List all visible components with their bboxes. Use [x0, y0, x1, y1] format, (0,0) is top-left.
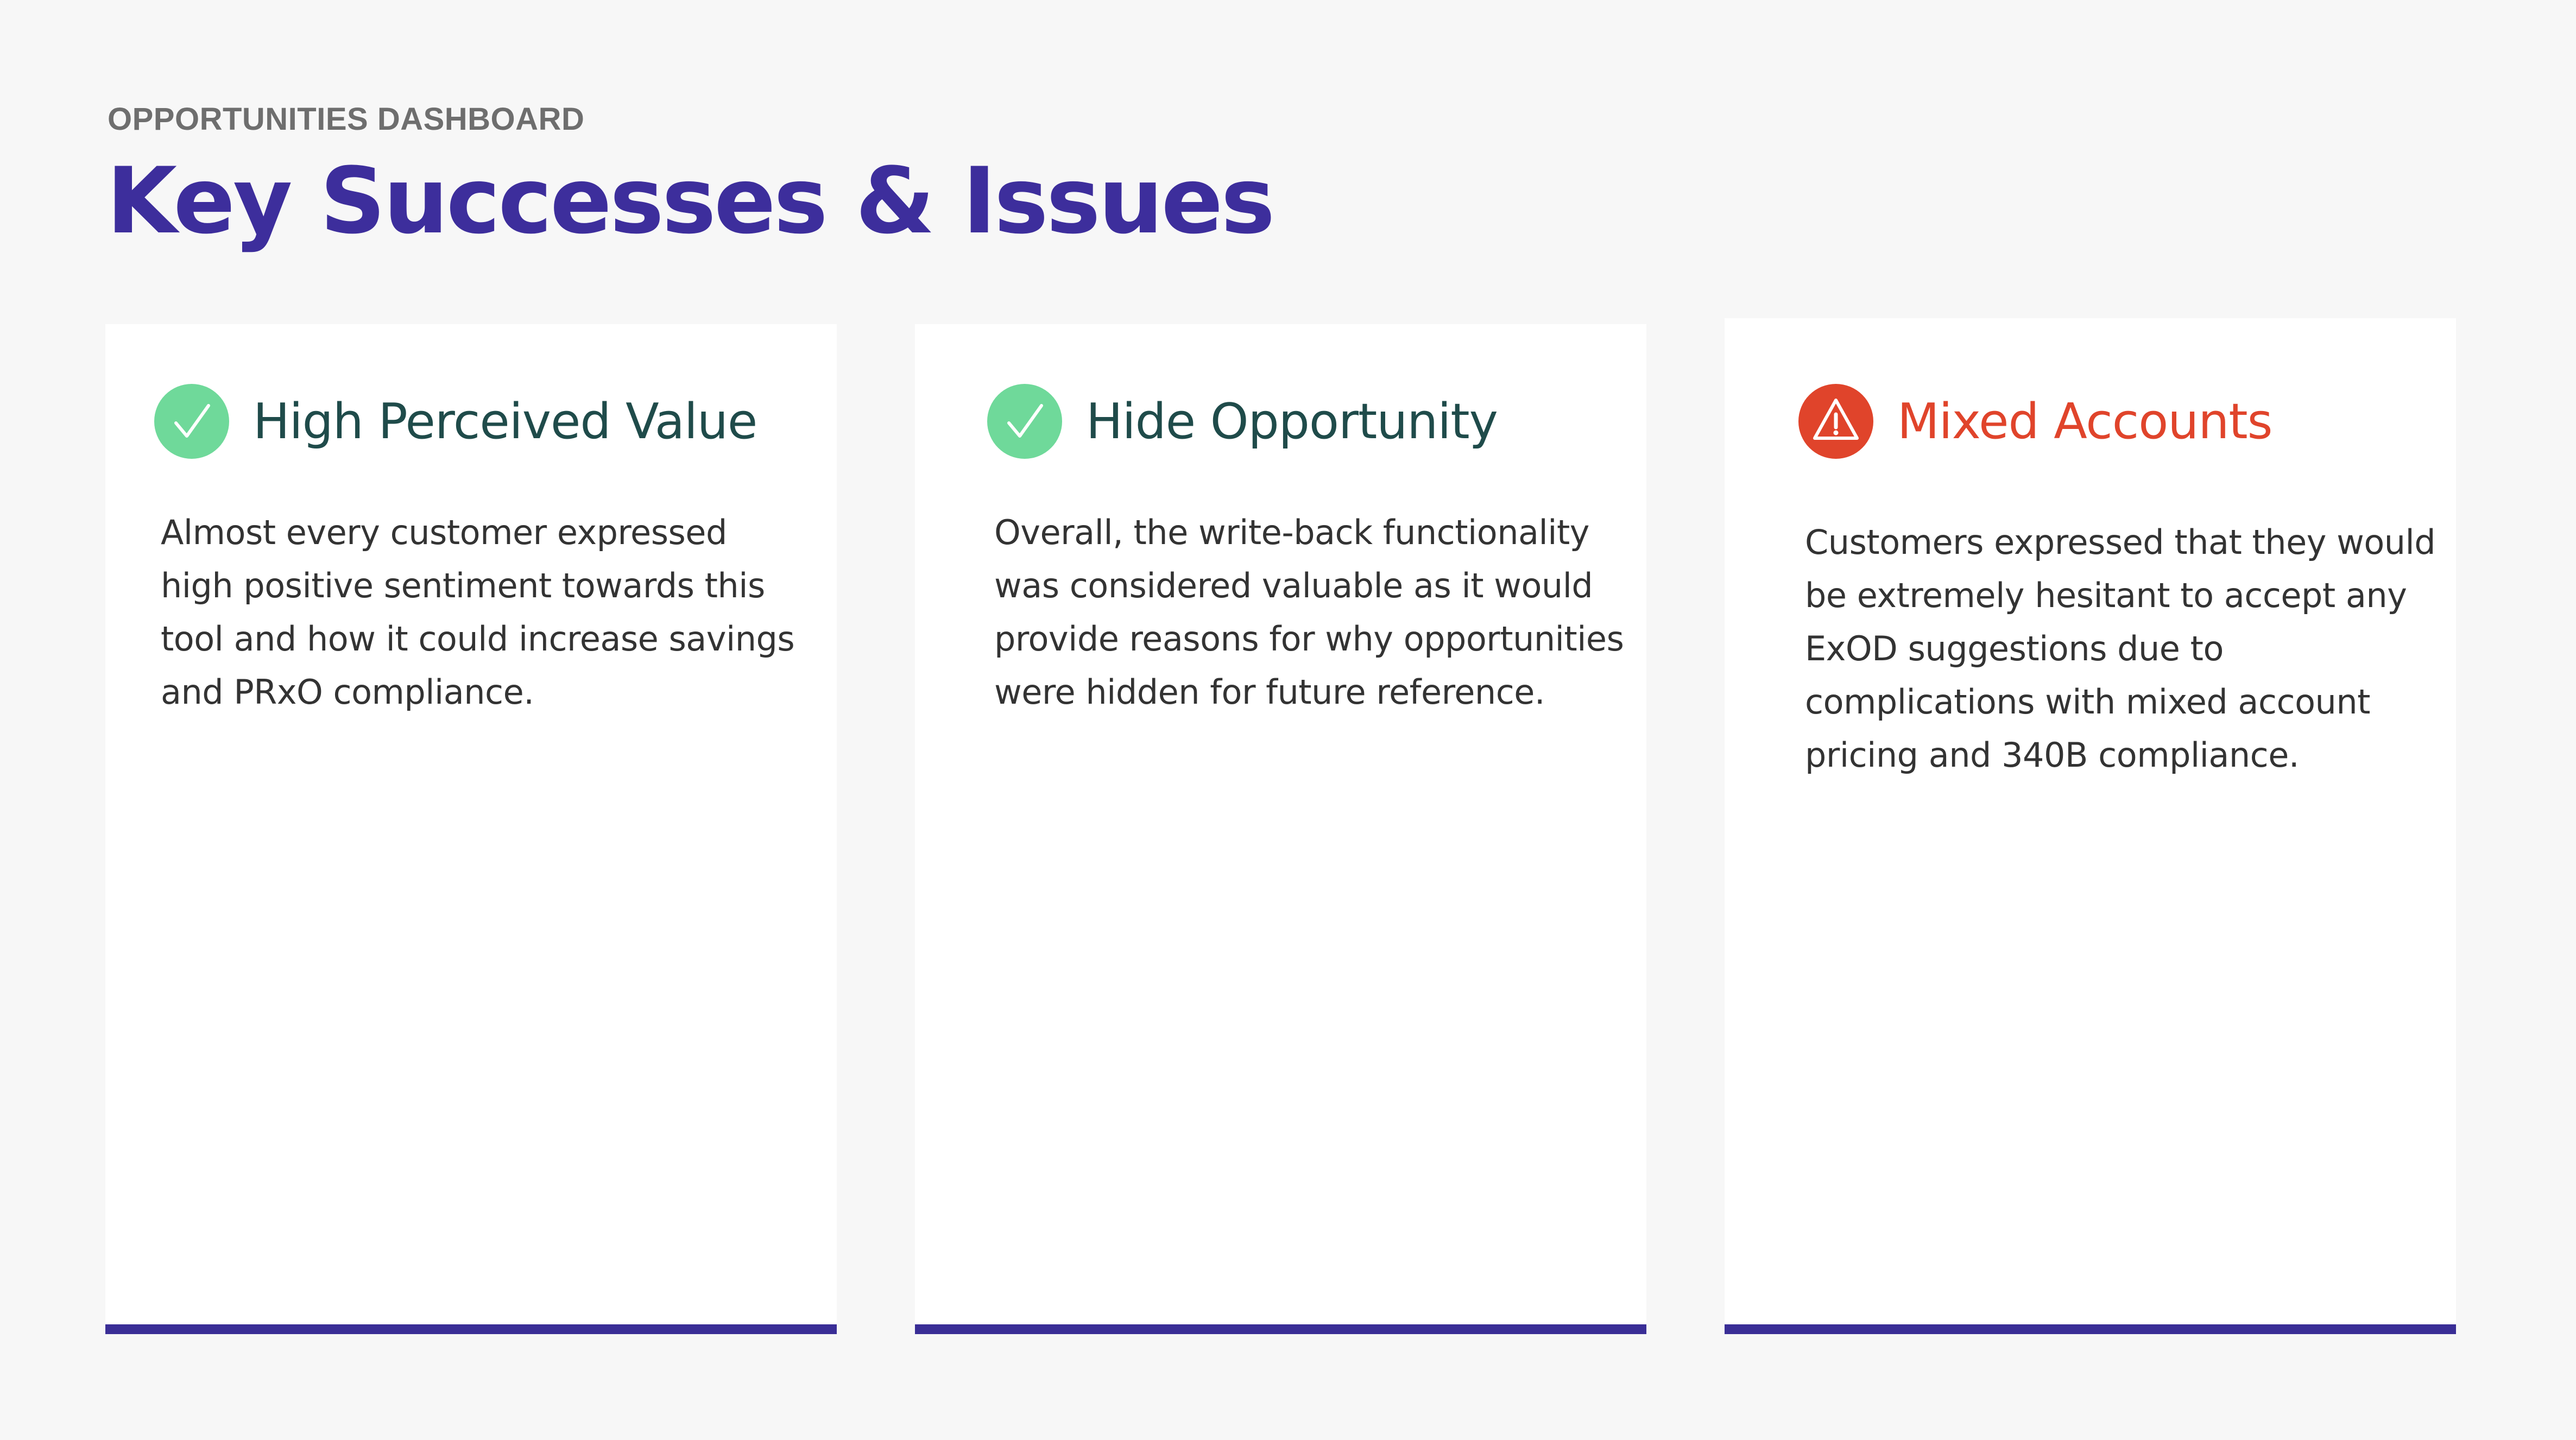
checkmark-circle-icon	[987, 384, 1062, 459]
card-bottom-bar	[915, 1324, 1646, 1334]
card-hide-opportunity: Hide Opportunity Overall, the write-back…	[915, 324, 1646, 1334]
card-body: Almost every customer expressed high pos…	[161, 513, 795, 712]
card-title: Mixed Accounts	[1897, 393, 2273, 450]
card-mixed-accounts: Mixed Accounts Customers expressed that …	[1725, 318, 2456, 1334]
card-body: Overall, the write-back functionality wa…	[994, 513, 1624, 712]
card-header: Hide Opportunity	[987, 384, 1498, 459]
card-high-perceived-value: High Perceived Value Almost every custom…	[105, 324, 837, 1334]
card-bottom-bar	[105, 1324, 837, 1334]
card-bottom-bar	[1725, 1324, 2456, 1334]
card-body: Customers expressed that they would be e…	[1805, 522, 2436, 775]
warning-triangle-icon	[1798, 384, 1873, 459]
card-header: High Perceived Value	[154, 384, 757, 459]
checkmark-circle-icon	[154, 384, 229, 459]
page-title: Key Successes & Issues	[106, 148, 1275, 254]
page-eyebrow: OPPORTUNITIES DASHBOARD	[108, 102, 585, 137]
card-title: Hide Opportunity	[1086, 393, 1498, 450]
card-title: High Perceived Value	[253, 393, 757, 450]
card-header: Mixed Accounts	[1798, 384, 2273, 459]
